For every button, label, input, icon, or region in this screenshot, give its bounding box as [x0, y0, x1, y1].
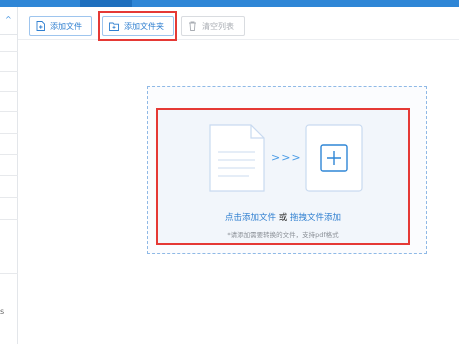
chevrons-right-icon: >>>	[271, 151, 302, 164]
sidebar-divider	[0, 219, 18, 220]
add-folder-highlight-box	[98, 11, 177, 41]
sidebar-header[interactable]: ^	[0, 7, 18, 35]
sidebar-divider	[0, 71, 18, 72]
add-plus-icon[interactable]	[305, 124, 363, 192]
sidebar-divider	[0, 51, 18, 52]
document-icon	[209, 124, 265, 192]
add-file-button[interactable]: 添加文件	[29, 16, 92, 36]
or-text: 或	[278, 213, 288, 223]
drop-area-highlight-box[interactable]	[156, 108, 410, 245]
add-file-label: 添加文件	[50, 21, 82, 31]
sidebar-divider	[0, 197, 18, 198]
clear-list-label: 清空列表	[202, 21, 234, 31]
left-sidebar: ^ s	[0, 7, 18, 344]
toolbar: 添加文件 添加文件夹 清空列表	[18, 7, 459, 40]
sidebar-divider	[0, 111, 18, 112]
sidebar-divider	[0, 273, 18, 274]
click-add-file-link[interactable]: 点击添加文件	[225, 213, 276, 223]
chevron-up-icon[interactable]: ^	[5, 16, 12, 24]
drag-add-file-link[interactable]: 拖拽文件添加	[290, 213, 341, 223]
clear-list-button[interactable]: 清空列表	[181, 16, 245, 36]
sidebar-partial-text: s	[0, 307, 5, 316]
supported-format-hint: *请添加需要转换的文件，支持pdf格式	[227, 231, 339, 239]
sidebar-divider	[0, 133, 18, 134]
top-header-bar	[0, 0, 459, 7]
trash-icon	[189, 21, 196, 31]
drop-instruction: 点击添加文件 或 拖拽文件添加	[156, 211, 410, 223]
sidebar-divider	[0, 91, 18, 92]
active-header-tab[interactable]	[80, 0, 132, 7]
add-file-icon	[36, 21, 45, 31]
sidebar-divider	[0, 154, 18, 155]
sidebar-divider	[0, 175, 18, 176]
